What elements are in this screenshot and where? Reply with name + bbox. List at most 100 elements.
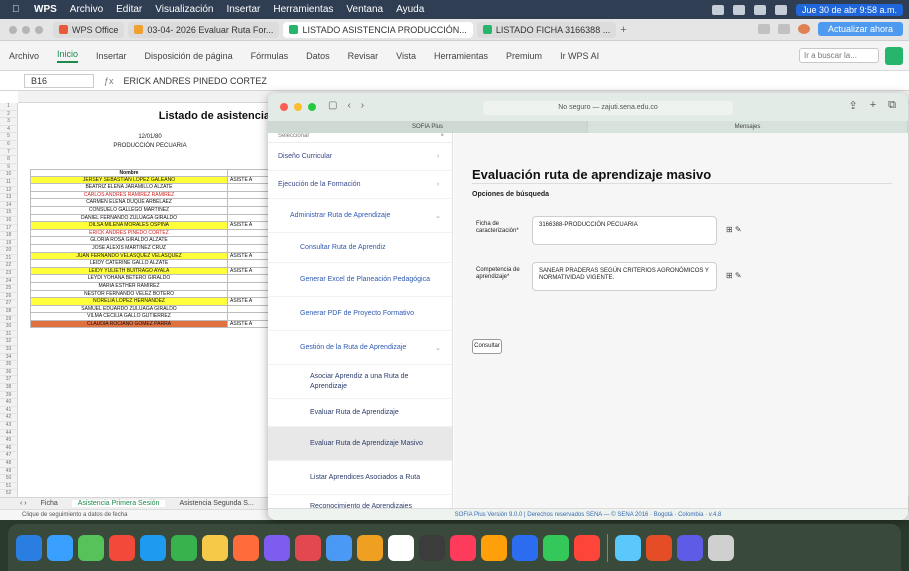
student-name-cell[interactable]: LEIDY CATERINE GALLO ALZATE: [30, 260, 228, 267]
sidebar-item-administrar-ruta-de-aprendizaje[interactable]: Administrar Ruta de Aprendizaje ⌄: [268, 199, 452, 233]
student-name-cell[interactable]: CLAUDIA ROCIANO GOMEZ PARRA: [30, 320, 228, 328]
sidebar-collapse-icon[interactable]: ×: [440, 133, 444, 142]
table-row[interactable]: DANIEL FERNANDO ZULUAGA GIRALDO: [30, 214, 270, 223]
student-name-cell[interactable]: CARLOS ANDRES RAMIREZ RAMIREZ: [30, 191, 228, 199]
row-number[interactable]: 48: [0, 460, 17, 468]
assist-cell[interactable]: [228, 192, 270, 199]
tabs-overview-icon[interactable]: ⧉: [888, 99, 896, 112]
control-center-icon[interactable]: [774, 4, 787, 15]
dock-app-icon[interactable]: [615, 534, 641, 561]
table-row[interactable]: CONSUELO GALLEGO MARTINEZ: [30, 206, 270, 215]
browser-close-dot[interactable]: [280, 103, 288, 111]
minimize-dot[interactable]: [22, 25, 30, 34]
ribbon-tab-revisar[interactable]: Revisar: [348, 51, 379, 61]
row-number[interactable]: 29: [0, 316, 17, 324]
row-number[interactable]: 49: [0, 468, 17, 476]
row-number[interactable]: 46: [0, 445, 17, 453]
battery-icon[interactable]: [711, 4, 724, 15]
table-row[interactable]: VILMA CECILIA GALLO GUTIERREZ: [30, 313, 270, 321]
row-number[interactable]: 12: [0, 187, 17, 195]
row-number[interactable]: 15: [0, 209, 17, 217]
dock-app-icon[interactable]: [16, 534, 42, 561]
ribbon-tab-premium[interactable]: Premium: [506, 51, 542, 61]
dock-app-icon[interactable]: [264, 534, 290, 561]
dock-app-icon[interactable]: [233, 534, 259, 561]
dock-app-icon[interactable]: [357, 534, 383, 561]
consultar-button[interactable]: Consultar: [472, 339, 502, 354]
row-header[interactable]: 1 2 3 4 5 6 7 8 9 10 11 12 13 14 15 16 17 18 19 20 21 22 23 24 2…: [0, 103, 18, 520]
row-number[interactable]: 1: [0, 103, 17, 111]
sidebar-top-label[interactable]: Seleccionar: [278, 133, 309, 142]
assist-cell[interactable]: [228, 260, 270, 267]
row-number[interactable]: 13: [0, 194, 17, 202]
student-name-cell[interactable]: NESTOR FERNANDO VELEZ BOTERO: [30, 290, 228, 298]
menu-insertar[interactable]: Insertar: [226, 4, 260, 15]
row-number[interactable]: 30: [0, 323, 17, 331]
assist-cell[interactable]: [228, 283, 270, 290]
row-number[interactable]: 51: [0, 483, 17, 491]
ribbon-tab-insertar[interactable]: Insertar: [96, 51, 127, 61]
table-row[interactable]: BEATRIZ ELENA JARAMILLO ALZATE: [30, 184, 270, 192]
doc-tab-wps[interactable]: WPS Office: [53, 21, 125, 38]
student-name-cell[interactable]: JUAN FERNANDO VELASQUEZ VELASQUEZ: [30, 252, 228, 260]
assist-cell[interactable]: [228, 199, 270, 206]
sidebar-item-generar-pdf-de-proyecto-formativo[interactable]: Generar PDF de Proyecto Formativo: [268, 297, 452, 331]
menu-archivo[interactable]: Archivo: [70, 4, 103, 15]
table-row[interactable]: MARIA ESTHER RAMIREZ: [30, 282, 270, 291]
cell-reference-box[interactable]: B16: [24, 73, 94, 88]
browser-tab-sofia[interactable]: SOFIA Plus: [268, 121, 588, 133]
table-row[interactable]: LEIDY CATERINE GALLO ALZATE: [30, 260, 270, 268]
new-tab-icon[interactable]: +: [620, 24, 626, 36]
row-number[interactable]: 37: [0, 376, 17, 384]
ribbon-tab-formulas[interactable]: Fórmulas: [251, 51, 289, 61]
menu-herramientas[interactable]: Herramientas: [273, 4, 333, 15]
row-number[interactable]: 10: [0, 171, 17, 179]
layout-icon[interactable]: [757, 24, 770, 34]
dock-app-icon[interactable]: [574, 534, 600, 561]
assist-cell[interactable]: ASISTE A: [228, 298, 270, 305]
row-number[interactable]: 18: [0, 232, 17, 240]
wifi-icon[interactable]: [732, 4, 745, 15]
ribbon-tab-archivo[interactable]: Archivo: [9, 51, 39, 61]
dock-app-icon[interactable]: [202, 534, 228, 561]
row-number[interactable]: 5: [0, 133, 17, 141]
dock-app-icon[interactable]: [388, 534, 414, 561]
sidebar-item-asociar-aprendiz-a-una-ruta-de-aprendizaje[interactable]: Asociar Aprendiz a una Ruta de Aprendiza…: [268, 365, 452, 399]
dock-app-icon[interactable]: [171, 534, 197, 561]
assist-cell[interactable]: ASISTE A: [228, 268, 270, 275]
menu-wps[interactable]: WPS: [34, 4, 57, 15]
student-name-cell[interactable]: BEATRIZ ELENA JARAMILLO ALZATE: [30, 184, 228, 191]
row-number[interactable]: 7: [0, 149, 17, 157]
assist-cell[interactable]: [228, 184, 270, 191]
sheet-tab-ficha[interactable]: Ficha: [35, 500, 64, 507]
dock-app-icon[interactable]: [109, 534, 135, 561]
row-number[interactable]: 25: [0, 285, 17, 293]
dock-app-icon[interactable]: [481, 534, 507, 561]
student-name-cell[interactable]: LEIDY YULIETH BUITRAGO AYALA: [30, 267, 228, 275]
row-number[interactable]: 39: [0, 392, 17, 400]
ribbon-tab-vista[interactable]: Vista: [396, 51, 416, 61]
row-number[interactable]: 23: [0, 270, 17, 278]
assist-cell[interactable]: [228, 291, 270, 298]
search-icon[interactable]: [753, 4, 766, 15]
row-number[interactable]: 40: [0, 399, 17, 407]
dock-app-icon[interactable]: [512, 534, 538, 561]
update-badge[interactable]: Actualizar ahora: [817, 22, 903, 36]
assist-cell[interactable]: ASISTE A: [228, 222, 270, 229]
row-number[interactable]: 35: [0, 361, 17, 369]
doc-tab-evaluar[interactable]: 03-04- 2026 Evaluar Ruta For...: [128, 21, 280, 38]
row-number[interactable]: 11: [0, 179, 17, 187]
menu-editar[interactable]: Editar: [116, 4, 142, 15]
share-button[interactable]: [885, 47, 903, 65]
row-number[interactable]: 9: [0, 164, 17, 172]
ribbon-tab-herramientas[interactable]: Herramientas: [434, 51, 488, 61]
assist-cell[interactable]: [228, 207, 270, 214]
table-row[interactable]: LEYDI YOHANA BETERO GIRALDO: [30, 275, 270, 283]
table-row[interactable]: CARMEN ELENA DUQUE ARBELAEZ: [30, 199, 270, 207]
clock[interactable]: Jue 30 de abr 9:58 a.m.: [795, 3, 903, 16]
student-name-cell[interactable]: SAMUEL EDUARDO ZULUAGA GIRALDO: [30, 305, 228, 313]
sidebar-item-consultar-ruta-de-aprendiz[interactable]: Consultar Ruta de Aprendiz: [268, 233, 452, 263]
student-name-cell[interactable]: GLORIA ROSA GIRALDO ALZATE: [30, 237, 228, 244]
sidebar-item-ejecuci-n-de-la-formaci-n[interactable]: Ejecución de la Formación ›: [268, 171, 452, 199]
attendance-table[interactable]: Nombre JERSEY SEBASTIAN LOPEZ GALEANO ASI…: [30, 169, 270, 329]
